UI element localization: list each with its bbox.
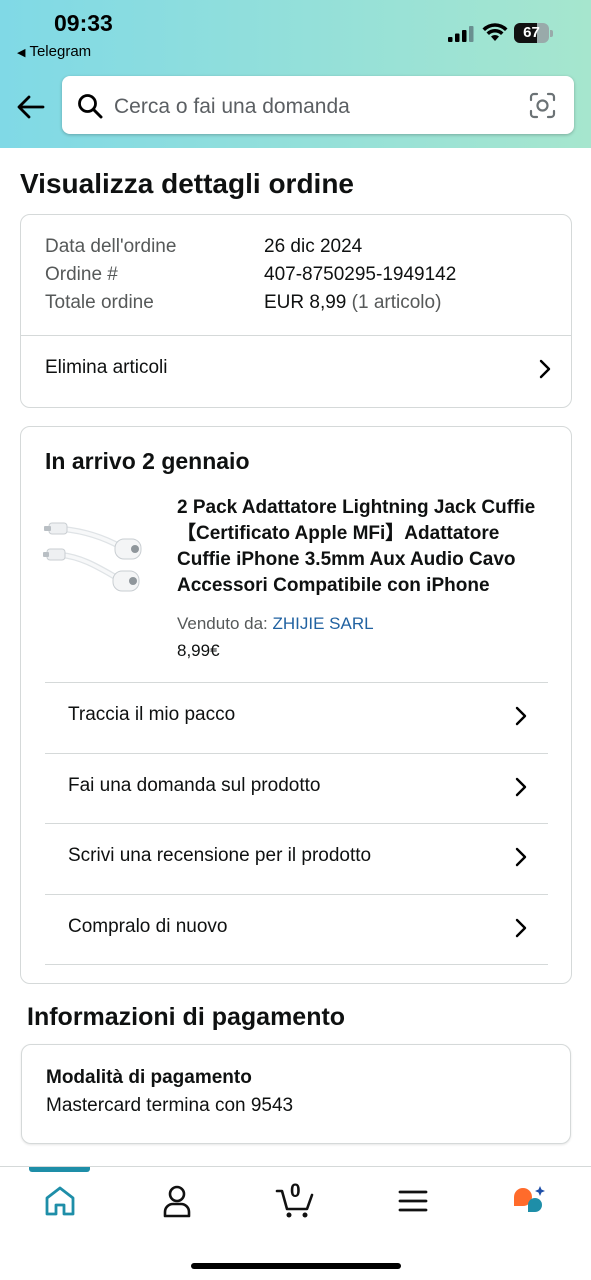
- product-image[interactable]: [43, 507, 155, 607]
- bottom-tab-bar: 0: [0, 1166, 591, 1280]
- chevron-right-icon: [515, 777, 527, 797]
- delete-items-label: Elimina articoli: [45, 357, 168, 378]
- payment-section-title: Informazioni di pagamento: [27, 1003, 346, 1031]
- account-icon[interactable]: [157, 1183, 197, 1219]
- chevron-right-icon: [515, 847, 527, 867]
- search-input[interactable]: Cerca o fai una domanda: [62, 76, 574, 134]
- active-tab-indicator: [29, 1167, 90, 1172]
- order-date-value: 26 dic 2024: [264, 236, 363, 257]
- battery-level: 67: [523, 24, 540, 41]
- delivery-date-heading: In arrivo 2 gennaio: [45, 448, 250, 474]
- ask-question-label: Fai una domanda sul prodotto: [68, 775, 321, 796]
- home-icon[interactable]: [40, 1183, 80, 1219]
- back-app-label: Telegram: [29, 43, 92, 60]
- back-to-telegram[interactable]: ◀ Telegram: [17, 43, 91, 60]
- cart-count: 0: [290, 1181, 301, 1202]
- shipment-card: In arrivo 2 gennaio 2 Pack Adattatore Li…: [20, 426, 572, 984]
- buy-again-label: Compralo di nuovo: [68, 916, 228, 937]
- order-number-value: 407-8750295-1949142: [264, 264, 457, 285]
- seller-link[interactable]: ZHIJIE SARL: [273, 614, 374, 633]
- app-header: 09:33 ◀ Telegram 67 Cerca o fai una doman…: [0, 0, 591, 148]
- camera-scan-icon[interactable]: [529, 92, 556, 119]
- order-total-value: EUR 8,99: [264, 292, 347, 313]
- write-review-label: Scrivi una recensione per il prodotto: [68, 845, 372, 866]
- cellular-signal-icon: [448, 26, 474, 42]
- divider: [45, 753, 548, 754]
- home-indicator: [191, 1263, 401, 1269]
- divider: [45, 894, 548, 895]
- order-number-label: Ordine #: [45, 264, 118, 285]
- search-placeholder: Cerca o fai una domanda: [114, 95, 350, 118]
- order-date-label: Data dell'ordine: [45, 236, 177, 257]
- order-summary-card: Data dell'ordine 26 dic 2024 Ordine # 40…: [20, 214, 572, 408]
- chevron-right-icon: [539, 359, 551, 379]
- order-item-count: (1 articolo): [351, 292, 442, 313]
- payment-method-label: Modalità di pagamento: [46, 1067, 252, 1088]
- divider: [45, 823, 548, 824]
- status-time: 09:33: [54, 10, 113, 36]
- back-triangle-icon: ◀: [17, 47, 26, 59]
- product-title-link[interactable]: 2 Pack Adattatore Lightning Jack Cuffie …: [177, 495, 549, 599]
- seller-info: Venduto da: ZHIJIE SARL: [177, 614, 374, 634]
- battery-icon: 67: [514, 23, 554, 43]
- order-total: EUR 8,99 (1 articolo): [264, 292, 441, 314]
- wifi-icon: [482, 23, 508, 41]
- payment-method-card: Modalità di pagamento Mastercard termina…: [21, 1044, 571, 1144]
- divider: [45, 682, 548, 683]
- divider: [21, 335, 571, 336]
- seller-label: Venduto da:: [177, 614, 268, 633]
- chevron-right-icon: [515, 918, 527, 938]
- menu-icon[interactable]: [393, 1183, 433, 1219]
- cart-tab[interactable]: 0: [275, 1181, 315, 1219]
- chevron-right-icon: [515, 706, 527, 726]
- product-price: 8,99€: [177, 641, 220, 660]
- order-total-label: Totale ordine: [45, 292, 154, 313]
- back-arrow-icon[interactable]: [16, 92, 46, 122]
- page-title: Visualizza dettagli ordine: [20, 168, 355, 199]
- payment-method-value: Mastercard termina con 9543: [46, 1095, 294, 1116]
- divider: [45, 964, 548, 965]
- search-icon: [78, 94, 103, 119]
- rufus-assistant-icon[interactable]: [510, 1183, 550, 1219]
- track-package-label: Traccia il mio pacco: [68, 704, 236, 725]
